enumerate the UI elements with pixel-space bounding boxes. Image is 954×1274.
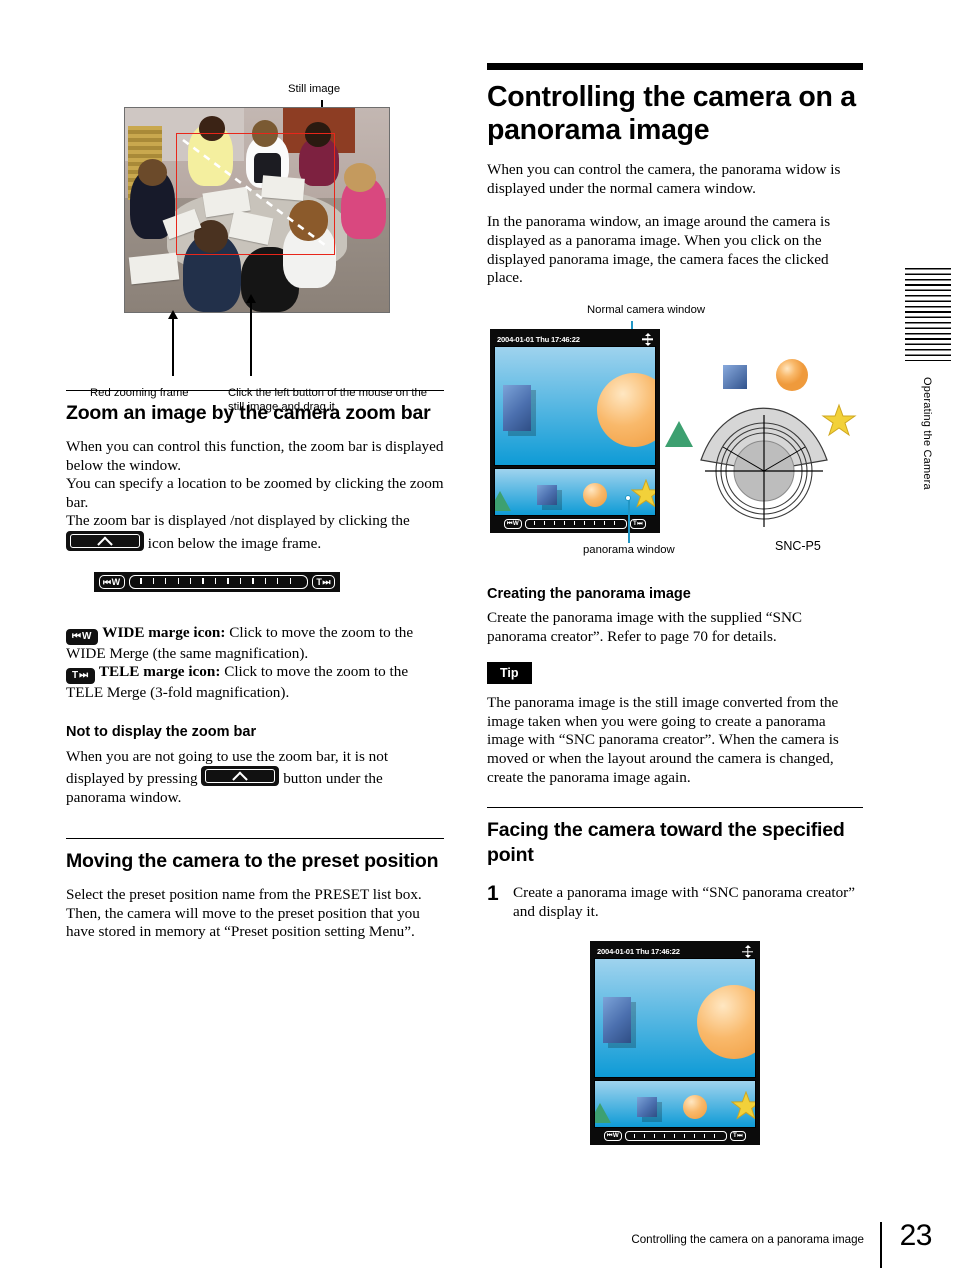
zoom-para-1: When you can control this function, the … [66,438,444,474]
figure-still-image: Still image Red zooming frame Click the … [66,70,444,422]
tip-block: Tip The panorama image is the still imag… [487,662,863,787]
move-cross-icon[interactable] [642,332,653,346]
tele-marge-term: TELE marge icon: [98,663,221,681]
left-column: Still image Red zooming frame Click the … [66,70,444,940]
camwin-tele-icon[interactable]: T⏭ [630,518,646,529]
intro-para-1: When you can control the camera, the pan… [487,161,841,197]
zoom-para-3-after: icon below the image frame. [147,534,322,552]
step-1: 1 Create a panorama image with “SNC pano… [487,882,863,921]
step-1-number: 1 [487,882,499,906]
wide-marge-icon[interactable]: ⏮W [99,574,125,589]
camera-window-figure-2: 2004-01-01 Thu 17:46:22 ⏮W T⏭ [590,941,760,1156]
camwin2-wide-icon[interactable]: ⏮W [604,1131,623,1142]
zoom-para-3: The zoom bar is displayed /not displayed… [66,512,444,553]
section-facing-camera: Facing the camera toward the specified p… [487,807,863,1156]
figure-camera-panorama: Normal camera window 2004-01-01 Thu 17:4… [487,303,863,571]
drag-pointer-line [250,302,252,376]
normal-camera-window-label: Normal camera window [587,303,706,316]
right-column: Controlling the camera on a panorama ima… [487,63,863,1156]
snc-p5-label: SNC-P5 [775,538,821,553]
section-rule [66,390,444,391]
heading-creating-panorama: Creating the panorama image [487,585,691,602]
red-zooming-frame [176,133,335,255]
zoom-bar-track[interactable] [128,574,309,589]
red-frame-pointer-line [172,318,174,376]
figure-step1-window-wrap: 2004-01-01 Thu 17:46:22 ⏮W T⏭ [487,941,863,1156]
zoom-para-2: You can specify a location to be zoomed … [66,475,444,511]
heading-facing-camera: Facing the camera toward the specified p… [487,819,845,867]
move-cross-icon-2[interactable] [742,945,753,959]
camera-window-2-zoom-bar: ⏮W T⏭ [594,1128,756,1142]
title-rule [487,63,863,70]
side-tab-bars [905,268,951,361]
preset-para: Select the preset position name from the… [66,886,422,941]
creating-panorama-para: Create the panorama image with the suppl… [487,608,803,645]
red-frame-pointer-arrow [168,310,178,319]
camwin-zoom-track[interactable] [525,518,628,529]
page-number: 23 [899,1219,933,1252]
section-zoom-image: Zoom an image by the camera zoom bar Whe… [66,390,444,808]
side-tab-label: Operating the Camera [921,377,933,490]
main-camera-view-2[interactable] [594,958,756,1079]
drag-pointer-arrow [246,294,256,303]
document-page: Still image Red zooming frame Click the … [0,0,954,1274]
heading-zoom-an-image: Zoom an image by the camera zoom bar [66,402,431,424]
panorama-window-callout-line [628,498,630,543]
footer-divider [880,1222,882,1268]
wide-marge-term: WIDE marge icon: [102,623,226,641]
panorama-camera-view-2[interactable] [594,1080,756,1129]
camwin2-zoom-track[interactable] [625,1131,728,1142]
main-camera-view[interactable] [494,345,656,466]
tele-marge-icon-inline: T⏭ [66,668,96,685]
not-display-para: When you are not going to use the zoom b… [66,748,444,808]
camera-window-2-titlebar: 2004-01-01 Thu 17:46:22 [594,945,756,959]
camera-timestamp: 2004-01-01 Thu 17:46:22 [497,334,580,344]
section-rule-3 [487,807,863,809]
still-image-label: Still image [288,83,341,95]
camwin-toggle-zoombar-button[interactable] [555,532,595,543]
side-tab: Operating the Camera [905,268,951,490]
camera-2-timestamp: 2004-01-01 Thu 17:46:22 [597,947,680,957]
camera-window-figure: 2004-01-01 Thu 17:46:22 ⏮W T⏭ [490,328,660,543]
camera-window-titlebar: 2004-01-01 Thu 17:46:22 [494,332,656,346]
section-rule-2 [66,838,444,839]
snc-p5-diagram [665,358,857,527]
star-icon-2 [731,1091,755,1120]
toggle-zoombar-icon-2[interactable] [201,766,280,787]
heading-not-to-display: Not to display the zoom bar [66,723,257,740]
section-creating-panorama: Creating the panorama image Create the p… [487,585,863,646]
star-icon [631,478,655,508]
wide-marge-definition: ⏮W WIDE marge icon: Click to move the zo… [66,624,444,664]
page-footer: Controlling the camera on a panorama ima… [0,1219,954,1270]
tele-marge-icon[interactable]: T⏭ [312,574,335,589]
panorama-window-callout-dot [625,494,631,501]
zoom-bar-figure-wrap: ⏮W T⏭ [66,571,444,618]
heading-moving-camera: Moving the camera to the preset position [66,850,439,872]
wide-marge-icon-inline: ⏮W [66,628,99,645]
tip-badge: Tip [487,662,532,685]
zoom-para-3-before: The zoom bar is displayed /not displayed… [66,512,410,530]
tele-marge-definition: T⏭ TELE marge icon: Click to move the zo… [66,663,444,703]
footer-running-title: Controlling the camera on a panorama ima… [631,1233,864,1246]
camera-window-zoom-bar: ⏮W T⏭ [494,516,656,530]
camwin-wide-icon[interactable]: ⏮W [504,518,523,529]
intro-para-2: In the panorama window, an image around … [487,213,831,287]
tip-para: The panorama image is the still image co… [487,694,839,786]
page-title: Controlling the camera on a panorama ima… [487,81,856,146]
zoom-bar-figure: ⏮W T⏭ [94,571,340,592]
panorama-window-label: panorama window [583,543,675,556]
step-1-text: Create a panorama image with “SNC panora… [513,884,855,920]
classroom-photo [124,107,390,313]
section-preset-position: Moving the camera to the preset position… [66,838,444,942]
panorama-camera-view[interactable] [494,467,656,516]
toggle-zoombar-icon[interactable] [66,530,144,551]
camwin2-tele-icon[interactable]: T⏭ [730,1131,746,1142]
camwin2-toggle-zoombar-button[interactable] [655,1145,695,1156]
